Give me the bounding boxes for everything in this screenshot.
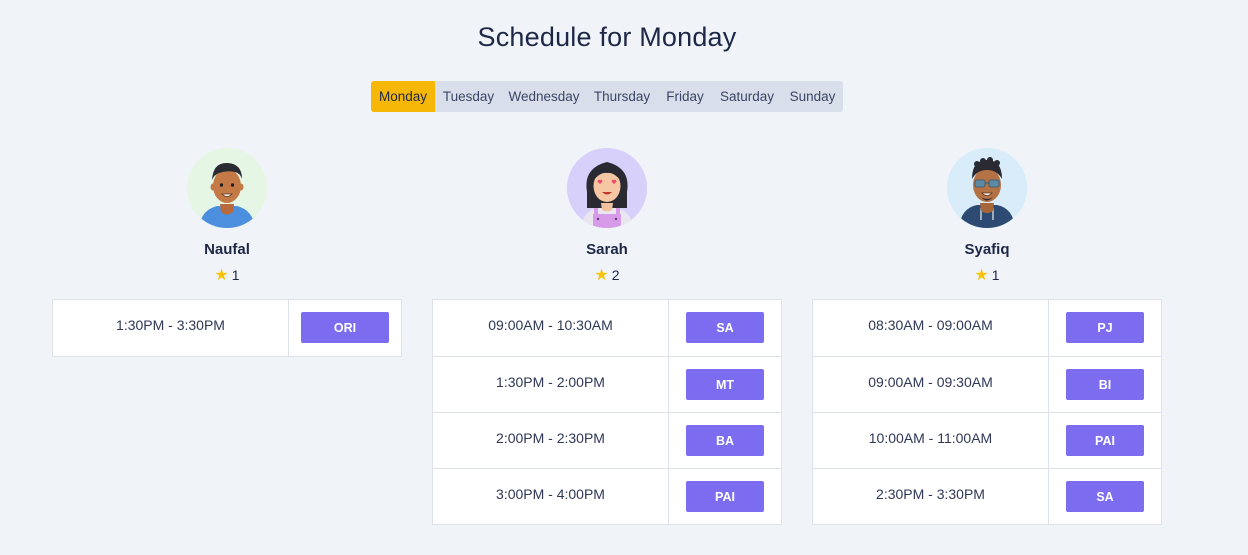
slot-row: 2:00PM - 2:30PM BA bbox=[433, 412, 781, 468]
male-glasses-avatar-icon bbox=[947, 148, 1027, 228]
tab-tuesday[interactable]: Tuesday bbox=[435, 81, 502, 112]
tab-saturday[interactable]: Saturday bbox=[712, 81, 782, 112]
teacher-rating: ★ 1 bbox=[812, 265, 1162, 285]
teacher-rating: ★ 2 bbox=[432, 265, 782, 285]
slot-row: 2:30PM - 3:30PM SA bbox=[813, 468, 1161, 524]
tab-wednesday[interactable]: Wednesday bbox=[502, 81, 586, 112]
male-avatar-icon bbox=[187, 148, 267, 228]
slot-time: 2:00PM - 2:30PM bbox=[433, 413, 669, 468]
subject-button[interactable]: SA bbox=[1066, 481, 1144, 512]
subject-button[interactable]: PJ bbox=[1066, 312, 1144, 343]
slot-time: 08:30AM - 09:00AM bbox=[813, 300, 1049, 356]
female-avatar-icon bbox=[567, 148, 647, 228]
subject-button[interactable]: ORI bbox=[301, 312, 389, 343]
tab-thursday[interactable]: Thursday bbox=[586, 81, 658, 112]
teacher-name: Sarah bbox=[586, 241, 628, 258]
day-tabs: Monday Tuesday Wednesday Thursday Friday… bbox=[371, 81, 843, 112]
slot-row: 1:30PM - 2:00PM MT bbox=[433, 356, 781, 412]
star-icon: ★ bbox=[974, 267, 989, 284]
schedule-page: Schedule for Monday Monday Tuesday Wedne… bbox=[0, 0, 1248, 555]
page-title: Schedule for Monday bbox=[477, 22, 737, 52]
rating-value: 1 bbox=[231, 267, 240, 283]
tab-monday[interactable]: Monday bbox=[371, 81, 435, 112]
subject-button[interactable]: PAI bbox=[1066, 425, 1144, 456]
rating-value: 1 bbox=[991, 267, 1000, 283]
teacher-card-syafiq: Syafiq ★ 1 08:30AM - 09:00AM PJ 09:00AM -… bbox=[812, 148, 1162, 525]
slot-table: 1:30PM - 3:30PM ORI bbox=[52, 299, 402, 357]
tab-friday[interactable]: Friday bbox=[658, 81, 712, 112]
subject-button[interactable]: MT bbox=[686, 369, 764, 400]
slot-time: 2:30PM - 3:30PM bbox=[813, 469, 1049, 524]
slot-time: 1:30PM - 3:30PM bbox=[53, 300, 289, 356]
slot-table: 08:30AM - 09:00AM PJ 09:00AM - 09:30AM B… bbox=[812, 299, 1162, 525]
slot-time: 09:00AM - 10:30AM bbox=[433, 300, 669, 356]
star-icon: ★ bbox=[594, 267, 609, 284]
teacher-rating: ★ 1 bbox=[52, 265, 402, 285]
slot-row: 10:00AM - 11:00AM PAI bbox=[813, 412, 1161, 468]
subject-button[interactable]: SA bbox=[686, 312, 764, 343]
teacher-card-sarah: Sarah ★ 2 09:00AM - 10:30AM SA 1:30PM - 2… bbox=[432, 148, 782, 525]
teacher-name: Syafiq bbox=[964, 241, 1010, 258]
slot-time: 1:30PM - 2:00PM bbox=[433, 357, 669, 412]
subject-button[interactable]: PAI bbox=[686, 481, 764, 512]
slot-time: 09:00AM - 09:30AM bbox=[813, 357, 1049, 412]
slot-time: 3:00PM - 4:00PM bbox=[433, 469, 669, 524]
rating-value: 2 bbox=[611, 267, 620, 283]
teacher-name: Naufal bbox=[204, 241, 250, 258]
teacher-card-naufal: Naufal ★ 1 1:30PM - 3:30PM ORI bbox=[52, 148, 402, 357]
tab-sunday[interactable]: Sunday bbox=[782, 81, 843, 112]
slot-row: 1:30PM - 3:30PM ORI bbox=[53, 300, 401, 356]
slot-row: 08:30AM - 09:00AM PJ bbox=[813, 300, 1161, 356]
slot-table: 09:00AM - 10:30AM SA 1:30PM - 2:00PM MT … bbox=[432, 299, 782, 525]
slot-row: 09:00AM - 10:30AM SA bbox=[433, 300, 781, 356]
slot-time: 10:00AM - 11:00AM bbox=[813, 413, 1049, 468]
subject-button[interactable]: BI bbox=[1066, 369, 1144, 400]
subject-button[interactable]: BA bbox=[686, 425, 764, 456]
slot-row: 09:00AM - 09:30AM BI bbox=[813, 356, 1161, 412]
slot-row: 3:00PM - 4:00PM PAI bbox=[433, 468, 781, 524]
star-icon: ★ bbox=[214, 267, 229, 284]
